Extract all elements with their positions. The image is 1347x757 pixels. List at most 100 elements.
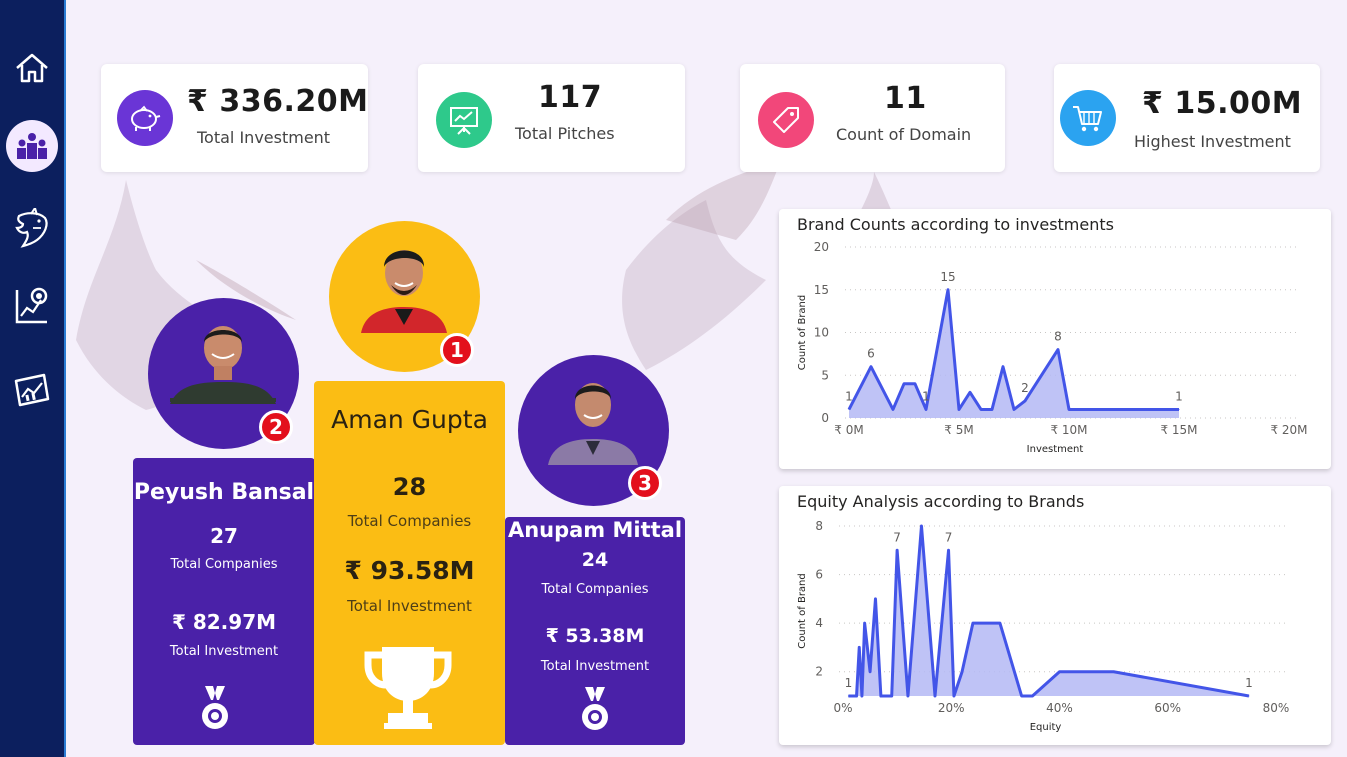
data-point[interactable]: [1057, 349, 1059, 351]
chart-brand-counts-plot: 0 5 10 15 20 ₹ 0M ₹ 5M ₹ 10M ₹ 15M ₹ 20M 1 6 1 15 2 8 1 I…: [797, 240, 1308, 455]
trophy-icon: [364, 647, 452, 729]
report-chart-icon: [14, 373, 50, 407]
data-point[interactable]: [999, 622, 1001, 624]
data-point[interactable]: [947, 289, 949, 291]
nav-home-button[interactable]: [8, 44, 56, 92]
y-tick-label: 15: [814, 283, 829, 297]
podium-second-investment: ₹ 82.97M: [171, 610, 277, 634]
x-tick-label: 0%: [833, 701, 852, 715]
data-point[interactable]: [907, 695, 909, 697]
x-tick-label: 20%: [938, 701, 965, 715]
chart-brand-counts: Brand Counts according to investments 05…: [779, 209, 1331, 469]
podium-third-investment-label: Total Investment: [540, 659, 650, 674]
data-point[interactable]: [874, 598, 876, 600]
nav-podium-button[interactable]: [6, 120, 58, 172]
x-axis-title: Equity: [1030, 722, 1062, 733]
podium-second-place: Peyush Bansal 27 Total Companies ₹ 82.97…: [133, 458, 315, 745]
x-tick-label: ₹ 15M: [1160, 423, 1197, 437]
data-point[interactable]: [848, 408, 850, 410]
kpi-highest-investment-value: ₹ 15.00M: [1142, 86, 1303, 121]
background-fin-decoration: [860, 172, 892, 212]
piggy-bank-icon: [117, 90, 173, 146]
y-tick-label: 10: [814, 326, 829, 340]
podium-second-companies-label: Total Companies: [170, 557, 278, 572]
kpi-total-pitches: 117 Total Pitches: [418, 64, 685, 172]
data-point[interactable]: [870, 366, 872, 368]
x-tick-label: 80%: [1263, 701, 1290, 715]
x-tick-label: ₹ 0M: [834, 423, 863, 437]
podium-second-name: Peyush Bansal: [133, 480, 315, 505]
y-tick-label: 20: [814, 240, 829, 254]
data-point[interactable]: [1031, 695, 1033, 697]
data-point[interactable]: [847, 695, 849, 697]
presentation-board-icon: [436, 92, 492, 148]
data-point[interactable]: [914, 383, 916, 385]
y-axis-title: Count of Brand: [797, 295, 808, 370]
data-point[interactable]: [991, 408, 993, 410]
data-label: 6: [867, 347, 875, 361]
kpi-total-investment: ₹ 336.20M Total Investment: [101, 64, 368, 172]
data-point[interactable]: [880, 695, 882, 697]
price-tag-icon: [758, 92, 814, 148]
data-point[interactable]: [1024, 400, 1026, 402]
sidebar-nav: [0, 0, 66, 757]
series-line: [848, 524, 1250, 698]
data-point[interactable]: [925, 408, 927, 410]
nav-report-button[interactable]: [8, 366, 56, 414]
data-point[interactable]: [891, 695, 893, 697]
data-point[interactable]: [972, 622, 974, 624]
podium-second-companies: 27: [210, 524, 238, 548]
data-label: 8: [1054, 330, 1062, 344]
y-tick-label: 4: [815, 616, 823, 630]
data-point[interactable]: [961, 671, 963, 673]
podium-second-investment-label: Total Investment: [169, 644, 279, 659]
data-point[interactable]: [892, 408, 894, 410]
chart-equity-analysis: Equity Analysis according to Brands 2468…: [779, 486, 1331, 745]
data-point[interactable]: [856, 695, 858, 697]
podium-third-companies: 24: [581, 549, 609, 571]
data-point[interactable]: [869, 671, 871, 673]
data-point[interactable]: [1013, 408, 1015, 410]
shopping-cart-icon: [1060, 90, 1116, 146]
kpi-total-pitches-label: Total Pitches: [515, 124, 615, 143]
x-tick-label: ₹ 5M: [944, 423, 973, 437]
data-label: 2: [1021, 381, 1029, 395]
y-axis-title: Count of Brand: [797, 573, 808, 648]
nav-analysis-button[interactable]: [8, 282, 56, 330]
medal-icon: [202, 686, 228, 729]
data-label: 1: [845, 676, 853, 690]
kpi-count-of-domain-label: Count of Domain: [836, 125, 972, 144]
data-point[interactable]: [1178, 408, 1180, 410]
x-tick-label: 60%: [1154, 701, 1181, 715]
data-point[interactable]: [920, 525, 922, 527]
data-point[interactable]: [1021, 695, 1023, 697]
y-tick-label: 8: [815, 519, 823, 533]
data-point[interactable]: [1068, 408, 1070, 410]
data-point[interactable]: [953, 695, 955, 697]
data-point[interactable]: [1002, 366, 1004, 368]
data-label: 15: [940, 270, 955, 284]
kpi-highest-investment-label: Highest Investment: [1134, 132, 1291, 151]
data-point[interactable]: [980, 408, 982, 410]
data-point[interactable]: [969, 391, 971, 393]
data-point[interactable]: [948, 549, 950, 551]
kpi-highest-investment: ₹ 15.00M Highest Investment: [1054, 64, 1320, 172]
y-tick-label: 2: [815, 665, 823, 679]
data-point[interactable]: [1248, 695, 1250, 697]
kpi-total-pitches-value: 117: [538, 80, 603, 115]
kpi-total-investment-value: ₹ 336.20M: [187, 84, 369, 119]
data-point[interactable]: [958, 408, 960, 410]
nav-shark-button[interactable]: [8, 204, 56, 252]
data-point[interactable]: [1059, 671, 1060, 673]
data-point[interactable]: [1113, 671, 1115, 673]
data-point[interactable]: [858, 646, 860, 648]
kpi-total-investment-label: Total Investment: [197, 128, 331, 147]
data-point[interactable]: [903, 383, 905, 385]
data-point[interactable]: [934, 695, 936, 697]
data-point[interactable]: [896, 549, 898, 551]
y-tick-label: 0: [821, 411, 829, 425]
data-point[interactable]: [861, 695, 863, 697]
data-point[interactable]: [864, 622, 866, 624]
podium-third-companies-label: Total Companies: [541, 582, 649, 597]
data-label: 1: [845, 389, 853, 403]
